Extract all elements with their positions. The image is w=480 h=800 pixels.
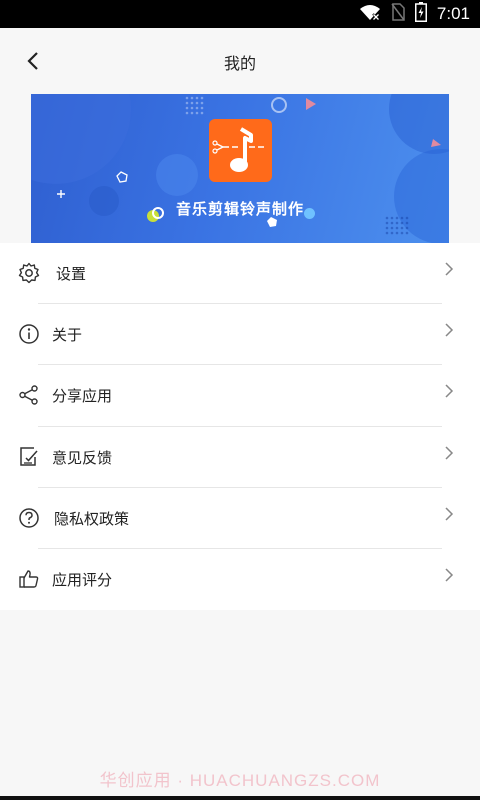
- chevron-right-icon: [445, 323, 454, 337]
- menu-item-label: 意见反馈: [52, 448, 113, 467]
- feedback-icon: [20, 446, 38, 466]
- gear-icon: [18, 262, 40, 284]
- info-icon: [19, 324, 39, 344]
- music-note-scissors-icon: [212, 127, 264, 172]
- page-title: 我的: [223, 54, 256, 73]
- chevron-right-icon: [445, 507, 454, 521]
- chevron-right-icon: [445, 384, 454, 398]
- menu-item-settings[interactable]: 设置: [0, 243, 480, 305]
- bottom-edge: [0, 796, 480, 800]
- menu-item-label: 设置: [56, 265, 87, 283]
- menu-item-share-app[interactable]: 分享应用: [0, 365, 480, 427]
- menu-item-label: 应用评分: [52, 570, 113, 589]
- chevron-right-icon: [445, 262, 454, 276]
- chevron-right-icon: [445, 568, 454, 582]
- battery-charging-icon: [414, 2, 427, 26]
- menu-item-label: 关于: [52, 326, 83, 345]
- menu-item-label: 隐私权政策: [54, 509, 130, 528]
- menu-list: 设置 关于 分享应用 意见反馈 隐私权政策 应用评分: [0, 243, 480, 610]
- help-circle-icon: [19, 508, 39, 528]
- menu-item-rate-app[interactable]: 应用评分: [0, 549, 480, 610]
- chevron-right-icon: [445, 446, 454, 460]
- wifi-icon: [359, 3, 381, 25]
- menu-item-feedback[interactable]: 意见反馈: [0, 427, 480, 488]
- no-sim-icon: [391, 3, 405, 25]
- banner-title: 音乐剪辑铃声制作: [175, 200, 304, 218]
- watermark: 华创应用 · HUACHUANGZS.COM: [99, 771, 381, 790]
- thumbs-up-icon: [19, 570, 39, 588]
- app-header: 我的: [0, 28, 480, 94]
- status-time: 7:01: [436, 4, 470, 23]
- app-logo: [209, 119, 272, 182]
- status-bar: 7:01: [0, 0, 480, 28]
- promo-banner[interactable]: 音乐剪辑铃声制作: [31, 94, 449, 243]
- menu-item-label: 分享应用: [52, 387, 113, 406]
- share-icon: [19, 385, 38, 406]
- menu-item-about[interactable]: 关于: [0, 304, 480, 366]
- menu-item-privacy-policy[interactable]: 隐私权政策: [0, 488, 480, 549]
